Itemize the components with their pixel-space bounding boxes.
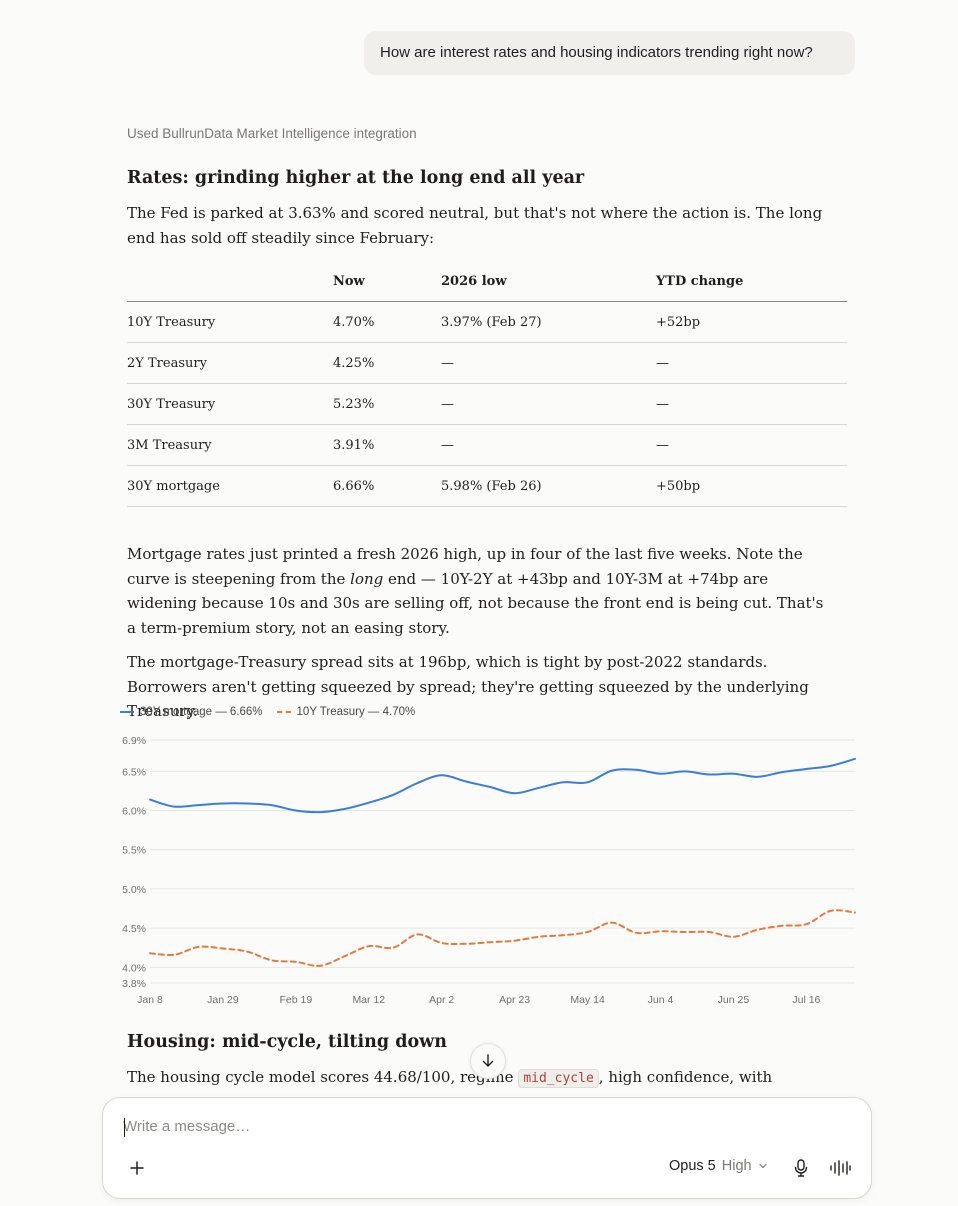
message-composer: Opus 5 High: [102, 1097, 872, 1199]
x-tick-label: Jun 4: [648, 994, 674, 1006]
table-cell: —: [441, 424, 656, 466]
chart-svg: 6.9% 6.5% 6.0% 5.5% 5.0% 4.5% 4.0% 3.8% Jan 8 Jan…: [122, 735, 856, 1006]
table-cell: 3M Treasury: [127, 424, 333, 466]
add-attachment-button[interactable]: [125, 1156, 149, 1180]
table-cell: 2Y Treasury: [127, 342, 333, 384]
y-tick-label: 6.5%: [122, 766, 146, 778]
model-name: Opus 5: [669, 1158, 716, 1174]
table-cell: 30Y Treasury: [127, 383, 333, 425]
table-cell: 3.97% (Feb 27): [441, 301, 656, 343]
dictation-button[interactable]: [789, 1156, 813, 1180]
microphone-icon: [794, 1159, 808, 1177]
housing-paragraph-part1: The housing cycle model scores 44.68/100…: [127, 1068, 519, 1086]
x-tick-label: Jan 29: [207, 994, 239, 1006]
y-tick-label: 6.9%: [122, 735, 146, 747]
voice-waveform-icon: [830, 1160, 851, 1176]
x-tick-label: Jan 8: [137, 994, 163, 1006]
y-tick-label: 3.8%: [122, 978, 146, 990]
voice-mode-button[interactable]: [827, 1156, 853, 1180]
table-cell: 5.98% (Feb 26): [441, 465, 656, 507]
section-heading-housing: Housing: mid-cycle, tilting down: [127, 1032, 447, 1052]
x-tick-label: Jun 25: [718, 994, 750, 1006]
table-row: 2Y Treasury 4.25% — —: [127, 342, 847, 384]
regime-code: mid_cycle: [518, 1069, 599, 1088]
text-caret: [124, 1118, 125, 1137]
x-tick-label: May 14: [570, 994, 605, 1006]
curve-paragraph: Mortgage rates just printed a fresh 2026…: [127, 542, 837, 640]
table-cell: 6.66%: [333, 465, 441, 507]
table-header-cell: YTD change: [656, 262, 847, 302]
table-cell: —: [656, 383, 847, 425]
table-row: 30Y Treasury 5.23% — —: [127, 383, 847, 425]
x-tick-label: Feb 19: [280, 994, 313, 1006]
treasury-series-line: [149, 909, 856, 967]
table-header-cell: [127, 262, 333, 302]
table-row: 3M Treasury 3.91% — —: [127, 424, 847, 466]
x-tick-label: Jul 16: [792, 994, 820, 1006]
table-cell: 10Y Treasury: [127, 301, 333, 343]
table-cell: —: [441, 342, 656, 384]
table-cell: 3.91%: [333, 424, 441, 466]
y-tick-label: 4.0%: [122, 962, 146, 974]
x-tick-label: Apr 23: [499, 994, 530, 1006]
y-tick-label: 4.5%: [122, 923, 146, 935]
y-tick-label: 5.5%: [122, 845, 146, 857]
chevron-down-icon: [758, 1163, 767, 1169]
housing-paragraph-part2: , high confidence, with: [598, 1068, 773, 1086]
table-cell: —: [441, 383, 656, 425]
table-row: 10Y Treasury 4.70% 3.97% (Feb 27) +52bp: [127, 301, 847, 343]
table-cell: 30Y mortgage: [127, 465, 333, 507]
message-input[interactable]: [123, 1118, 823, 1135]
x-tick-label: Mar 12: [352, 994, 385, 1006]
section-heading-rates: Rates: grinding higher at the long end a…: [127, 168, 585, 188]
model-effort-level: High: [721, 1158, 752, 1174]
y-tick-label: 6.0%: [122, 806, 146, 818]
tool-usage-note[interactable]: Used BullrunData Market Intelligence int…: [127, 126, 417, 141]
table-cell: +50bp: [656, 465, 847, 507]
x-tick-label: Apr 2: [429, 994, 454, 1006]
rates-intro-paragraph: The Fed is parked at 3.63% and scored ne…: [127, 204, 823, 247]
arrow-down-icon: [482, 1054, 494, 1067]
rates-line-chart: 6.9% 6.5% 6.0% 5.5% 5.0% 4.5% 4.0% 3.8% Jan 8 Jan…: [112, 700, 862, 1016]
user-message-bubble: How are interest rates and housing indic…: [364, 31, 855, 75]
table-header-cell: 2026 low: [441, 262, 656, 302]
table-cell: —: [656, 342, 847, 384]
plus-icon: [130, 1161, 144, 1175]
table-cell: 5.23%: [333, 383, 441, 425]
model-selector[interactable]: Opus 5 High: [669, 1158, 768, 1174]
rates-table: Now 2026 low YTD change 10Y Treasury 4.7…: [127, 262, 847, 507]
rates-table-header-row: Now 2026 low YTD change: [127, 262, 847, 302]
table-cell: 4.70%: [333, 301, 441, 343]
curve-paragraph-emphasis: long: [350, 569, 384, 588]
table-cell: +52bp: [656, 301, 847, 343]
table-cell: —: [656, 424, 847, 466]
scroll-to-bottom-button[interactable]: [470, 1043, 506, 1079]
mortgage-series-line: [149, 757, 856, 814]
y-tick-label: 5.0%: [122, 884, 146, 896]
table-row: 30Y mortgage 6.66% 5.98% (Feb 26) +50bp: [127, 465, 847, 507]
table-header-cell: Now: [333, 262, 441, 302]
table-cell: 4.25%: [333, 342, 441, 384]
